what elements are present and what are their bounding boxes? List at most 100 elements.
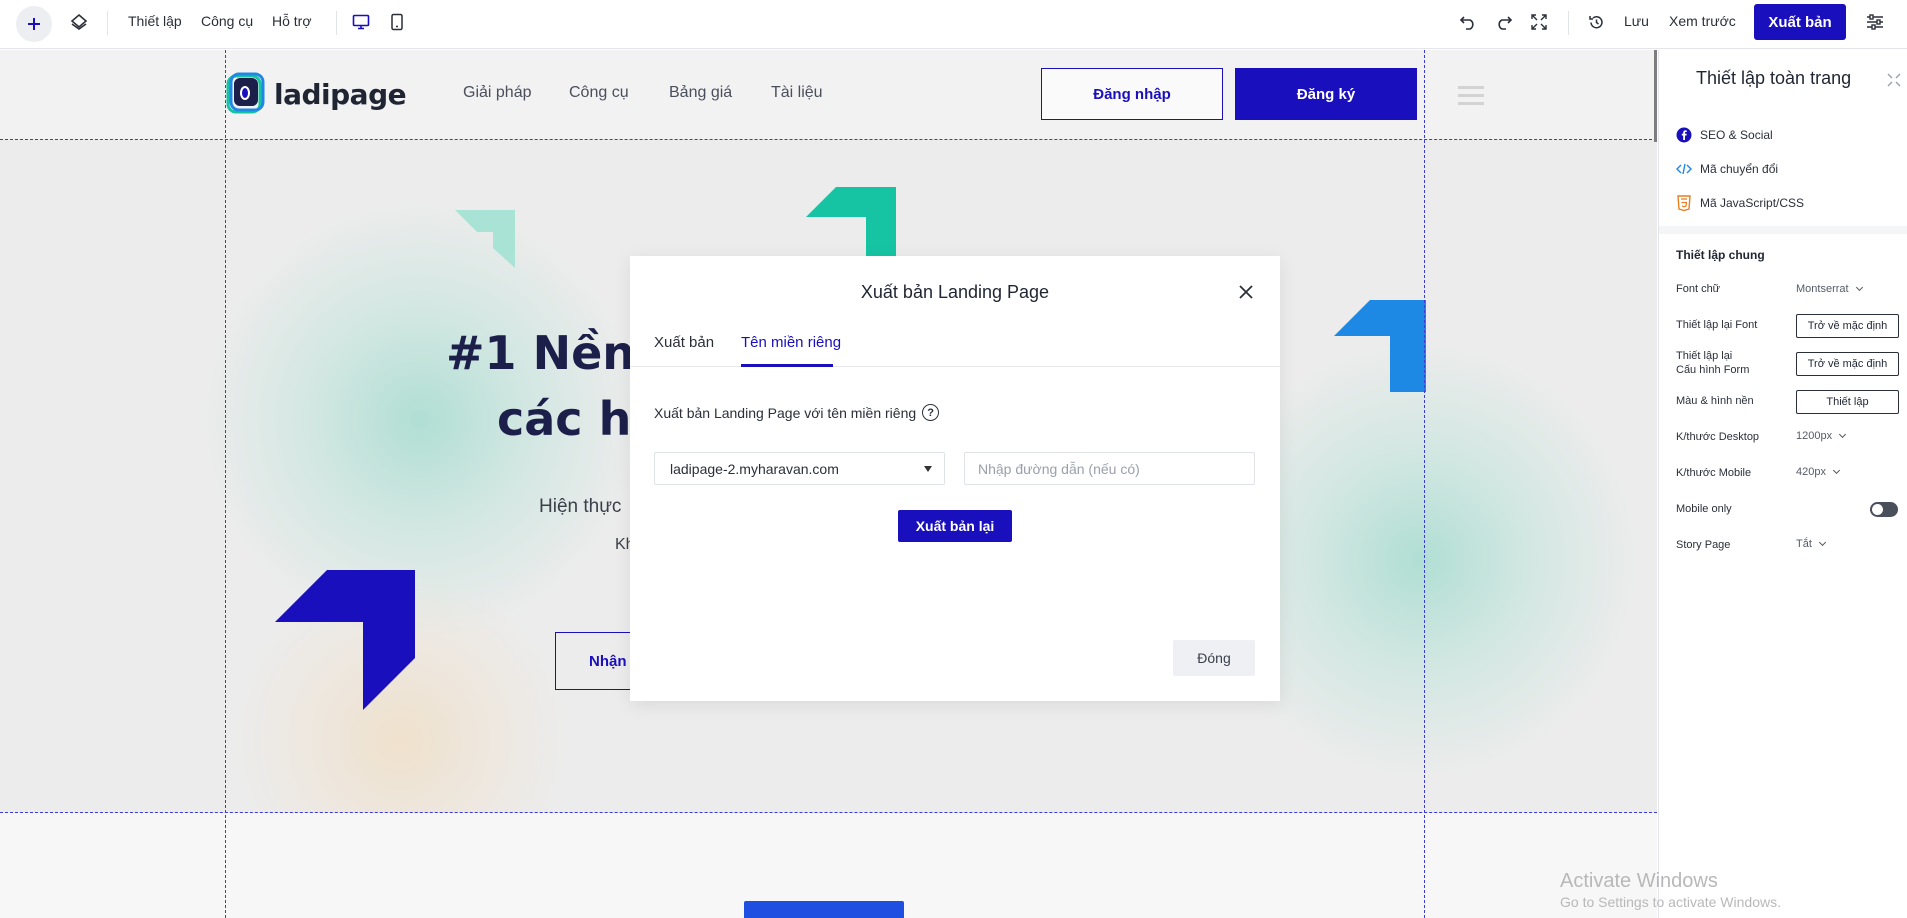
history-icon bbox=[1588, 15, 1603, 28]
preview-button[interactable]: Xem trước bbox=[1669, 13, 1736, 29]
undo-icon bbox=[1459, 16, 1474, 30]
mobile-size-select[interactable]: 420px bbox=[1796, 466, 1841, 478]
decor-arrow-navy bbox=[275, 570, 415, 710]
panel-divider bbox=[1659, 226, 1907, 234]
domain-select[interactable]: ladipage-2.myharavan.com bbox=[654, 452, 945, 485]
desktop-size-label: K/thước Desktop bbox=[1676, 431, 1760, 443]
chevron-down-icon bbox=[1832, 466, 1841, 475]
guide-line bbox=[225, 50, 226, 918]
font-select-value: Montserrat bbox=[1796, 283, 1849, 295]
settings-button[interactable] bbox=[1863, 10, 1887, 34]
font-select[interactable]: Montserrat bbox=[1796, 283, 1863, 295]
mobile-view-button[interactable] bbox=[385, 10, 409, 34]
mobile-only-toggle[interactable] bbox=[1870, 502, 1898, 517]
facebook-icon bbox=[1676, 127, 1692, 143]
menu-tools[interactable]: Công cụ bbox=[201, 13, 253, 29]
decor-arrow-green bbox=[806, 187, 896, 257]
redo-button[interactable] bbox=[1492, 10, 1516, 34]
mobile-icon bbox=[391, 13, 403, 31]
close-button[interactable]: Đóng bbox=[1173, 640, 1255, 676]
dialog-title: Xuất bản Landing Page bbox=[860, 282, 1050, 302]
mobile-only-label: Mobile only bbox=[1676, 503, 1732, 515]
canvas-scrollbar[interactable] bbox=[1654, 50, 1657, 142]
site-nav-pricing[interactable]: Bảng giá bbox=[669, 84, 732, 102]
dialog-tabs: Xuất bản Tên miền riêng bbox=[630, 328, 1280, 367]
guide-line bbox=[0, 812, 1657, 813]
caret-down-icon bbox=[924, 466, 932, 472]
decor-arrow-blue bbox=[1334, 300, 1426, 392]
active-tab-indicator bbox=[741, 364, 833, 367]
history-button[interactable] bbox=[1584, 10, 1608, 34]
fullscreen-icon bbox=[1531, 14, 1547, 30]
site-header[interactable]: ladipage Giải pháp Công cụ Bảng giá Tài … bbox=[0, 50, 1657, 139]
panel-title: Thiết lập toàn trang bbox=[1696, 68, 1852, 88]
font-label: Font chữ bbox=[1676, 283, 1721, 295]
activate-windows-subtitle: Go to Settings to activate Windows. bbox=[1560, 894, 1781, 910]
conversion-code-link[interactable]: Mã chuyển đổi bbox=[1676, 161, 1778, 177]
toolbar-divider bbox=[1568, 11, 1569, 35]
republish-button[interactable]: Xuất bản lại bbox=[898, 510, 1012, 542]
fullscreen-button[interactable] bbox=[1527, 10, 1551, 34]
guide-line bbox=[0, 139, 1657, 140]
logo-text: ladipage bbox=[274, 77, 407, 111]
reset-form-button[interactable]: Trở về mặc định bbox=[1796, 352, 1899, 376]
hero-title-line1: #1 Nền bbox=[446, 326, 636, 380]
story-page-select[interactable]: Tắt bbox=[1796, 538, 1826, 550]
hero-title-line2: các h bbox=[497, 392, 632, 446]
site-logo[interactable]: ladipage bbox=[226, 72, 407, 116]
toggle-knob bbox=[1872, 504, 1883, 515]
layers-button[interactable] bbox=[67, 10, 91, 34]
background-label: Màu & hình nền bbox=[1676, 395, 1754, 407]
page-settings-panel: Thiết lập toàn trang SEO & Social Mã chu… bbox=[1658, 50, 1907, 918]
site-signup-button[interactable]: Đăng ký bbox=[1235, 68, 1417, 120]
conversion-code-label: Mã chuyển đổi bbox=[1700, 162, 1779, 176]
menu-settings[interactable]: Thiết lập bbox=[128, 13, 182, 29]
reset-form-label: Thiết lập lại Cấu hình Form bbox=[1676, 349, 1749, 377]
hamburger-icon[interactable] bbox=[1458, 86, 1484, 110]
tab-custom-domain[interactable]: Tên miền riêng bbox=[741, 334, 841, 351]
top-toolbar: Thiết lập Công cụ Hỗ trợ Lưu Xem trước X… bbox=[0, 0, 1907, 49]
close-icon[interactable] bbox=[1236, 282, 1256, 302]
site-nav-docs[interactable]: Tài liệu bbox=[771, 84, 823, 102]
general-settings-heading: Thiết lập chung bbox=[1676, 248, 1765, 262]
html5-icon bbox=[1676, 195, 1692, 211]
tab-publish[interactable]: Xuất bản bbox=[654, 334, 714, 351]
help-icon[interactable]: ? bbox=[922, 404, 940, 421]
save-button[interactable]: Lưu bbox=[1624, 13, 1649, 29]
mobile-size-label: K/thước Mobile bbox=[1676, 467, 1752, 479]
background-settings-button[interactable]: Thiết lập bbox=[1796, 390, 1899, 414]
reset-form-label-line1: Thiết lập lại bbox=[1676, 350, 1733, 362]
section-button[interactable] bbox=[744, 901, 904, 918]
publish-dialog: Xuất bản Landing Page Xuất bản Tên miền … bbox=[630, 256, 1280, 701]
reset-font-button[interactable]: Trở về mặc định bbox=[1796, 314, 1899, 338]
redo-icon bbox=[1498, 16, 1513, 30]
plus-icon bbox=[28, 18, 40, 30]
path-input[interactable] bbox=[964, 452, 1255, 485]
chevron-down-icon bbox=[1855, 283, 1863, 292]
ladipage-logo-icon bbox=[226, 72, 265, 114]
site-nav-tools[interactable]: Công cụ bbox=[569, 84, 629, 102]
chevron-down-icon bbox=[1839, 430, 1847, 439]
undo-button[interactable] bbox=[1456, 10, 1480, 34]
pin-icon[interactable] bbox=[1887, 73, 1901, 87]
seo-social-label: SEO & Social bbox=[1700, 128, 1773, 142]
seo-social-link[interactable]: SEO & Social bbox=[1676, 127, 1773, 143]
story-page-label: Story Page bbox=[1676, 539, 1731, 551]
publish-button[interactable]: Xuất bản bbox=[1754, 4, 1846, 40]
desktop-size-select[interactable]: 1200px bbox=[1796, 430, 1847, 442]
site-nav-solutions[interactable]: Giải pháp bbox=[463, 84, 532, 102]
chevron-down-icon bbox=[1818, 538, 1826, 547]
desktop-view-button[interactable] bbox=[349, 10, 373, 34]
js-css-label: Mã JavaScript/CSS bbox=[1700, 196, 1805, 210]
reset-font-label: Thiết lập lại Font bbox=[1676, 319, 1758, 331]
desktop-size-value: 1200px bbox=[1796, 430, 1833, 442]
add-element-button[interactable] bbox=[16, 6, 52, 42]
layers-icon bbox=[70, 13, 88, 30]
decor-arrow-light bbox=[455, 210, 515, 268]
menu-help[interactable]: Hỗ trợ bbox=[272, 13, 312, 29]
desktop-icon bbox=[352, 14, 370, 30]
site-login-button[interactable]: Đăng nhập bbox=[1041, 68, 1223, 120]
toolbar-divider bbox=[336, 11, 337, 35]
domain-select-value: ladipage-2.myharavan.com bbox=[670, 460, 839, 477]
js-css-link[interactable]: Mã JavaScript/CSS bbox=[1676, 195, 1804, 211]
